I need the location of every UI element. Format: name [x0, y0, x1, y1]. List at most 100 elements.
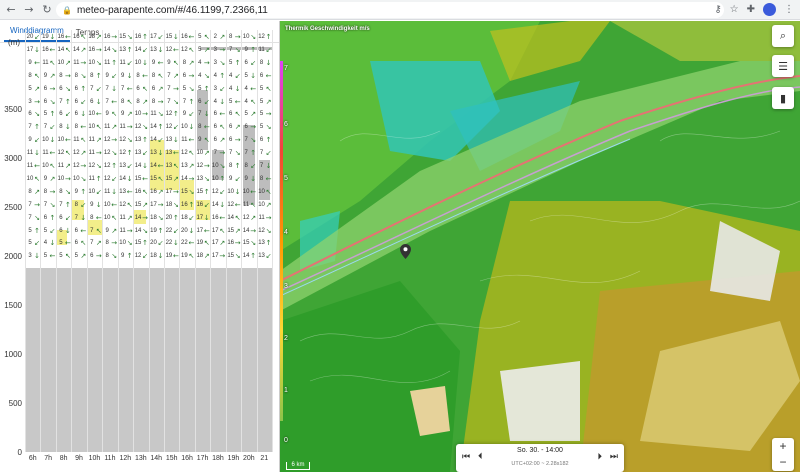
wind-speed-value: 7: [59, 98, 63, 105]
thermal-scale-number: 1: [284, 387, 288, 394]
wind-arrow-icon: ←: [49, 252, 56, 261]
terrain-map[interactable]: [280, 21, 800, 472]
wind-arrow-icon: ↑: [234, 162, 241, 170]
wind-speed-value: 10: [119, 240, 126, 247]
wind-speed-value: 12: [72, 163, 80, 169]
wind-arrow-icon: ↘: [34, 110, 40, 119]
wind-arrow-icon: ↙: [157, 33, 164, 41]
wind-arrow-icon: ↑: [157, 226, 164, 235]
wind-arrow-icon: ↖: [34, 71, 40, 80]
wind-speed-value: 9: [151, 59, 156, 66]
star-icon[interactable]: ☆: [730, 4, 739, 15]
back-icon[interactable]: ←: [4, 3, 18, 17]
wind-arrow-icon: ↑: [49, 213, 56, 222]
wind-arrow-icon: →: [234, 239, 241, 248]
zoom-control[interactable]: + −: [772, 438, 794, 471]
wind-speed-value: 9: [105, 72, 109, 79]
wind-arrow-icon: ←: [188, 33, 195, 41]
wind-arrow-icon: ↗: [173, 71, 179, 80]
wind-speed-value: 2: [213, 34, 217, 40]
wind-speed-value: 5: [198, 46, 202, 53]
wind-speed-value: 8: [136, 98, 140, 105]
wind-arrow-icon: ↘: [95, 162, 102, 170]
wind-arrow-icon: ↗: [95, 239, 102, 248]
wind-speed-value: 6: [229, 137, 233, 144]
wind-speed-value: 11: [119, 214, 126, 221]
wind-arrow-icon: ↖: [250, 97, 257, 106]
wind-arrow-icon: ↗: [142, 200, 148, 209]
bar-chart-icon[interactable]: ▮: [772, 87, 794, 109]
wind-speed-value: 6: [74, 98, 78, 105]
wind-arrow-icon: ↑: [34, 123, 40, 132]
wind-speed-value: 10: [57, 59, 65, 66]
wind-arrow-icon: ←: [126, 187, 133, 196]
wind-speed-value: 6: [213, 111, 217, 118]
wind-speed-value: 8: [229, 34, 233, 40]
wind-speed-value: 18: [88, 34, 96, 40]
browser-toolbar: ← → ↻ 🔒 meteo-parapente.com/#/46.1199,7.…: [0, 0, 800, 20]
key-icon[interactable]: ⚷: [714, 4, 721, 15]
wind-speed-value: 15: [134, 201, 142, 208]
wind-arrow-icon: ↙: [173, 226, 179, 235]
reload-icon[interactable]: ↻: [40, 3, 54, 17]
wind-arrow-icon: ↓: [126, 71, 133, 80]
wind-speed-value: 8: [90, 72, 94, 79]
wind-speed-value: 9: [244, 175, 248, 182]
wind-speed-value: 20: [150, 240, 157, 247]
menu-icon[interactable]: ⋮: [784, 4, 794, 15]
wind-speed-value: 8: [90, 214, 94, 221]
wind-arrow-icon: ↑: [219, 174, 226, 183]
wind-arrow-icon: ↑: [188, 97, 195, 106]
wind-arrow-icon: →: [126, 226, 133, 235]
wind-arrow-icon: ←: [265, 174, 272, 183]
thermal-scale-bar: [280, 61, 283, 421]
zoom-out-button[interactable]: −: [772, 454, 794, 470]
wind-arrow-icon: ↘: [111, 252, 118, 261]
wind-speed-value: 12: [258, 34, 265, 40]
sliders-icon[interactable]: ☰: [772, 55, 794, 77]
wind-speed-value: 5: [59, 240, 63, 247]
forward-icon[interactable]: →: [22, 3, 36, 17]
last-icon[interactable]: ⏭: [610, 452, 618, 462]
wind-arrow-icon: ↘: [188, 84, 195, 93]
wind-arrow-icon: ↓: [219, 97, 226, 106]
wind-speed-value: 9: [43, 72, 48, 79]
wind-arrow-icon: ↘: [34, 213, 40, 222]
wind-arrow-icon: ↗: [203, 252, 210, 261]
wind-speed-value: 5: [59, 253, 63, 260]
wind-speed-value: 15: [150, 175, 157, 182]
wind-speed-value: 17: [150, 201, 157, 208]
next-icon[interactable]: ⏵: [597, 452, 602, 462]
location-pin-icon[interactable]: [400, 244, 411, 259]
address-bar[interactable]: 🔒 meteo-parapente.com/#/46.1199,7.2366,1…: [56, 2, 724, 18]
wind-arrow-icon: ↖: [142, 84, 148, 93]
wind-arrow-icon: ↑: [126, 149, 133, 158]
wind-speed-value: 6: [182, 72, 187, 79]
wind-arrow-icon: ↓: [265, 58, 272, 67]
wind-speed-value: 9: [198, 137, 202, 144]
wind-speed-value: 6: [43, 98, 48, 105]
wind-arrow-icon: →: [157, 200, 164, 209]
zoom-in-button[interactable]: +: [772, 438, 794, 454]
wind-arrow-icon: ↖: [111, 213, 118, 222]
wind-arrow-icon: ↙: [34, 33, 40, 41]
wind-arrow-icon: ↑: [111, 58, 118, 67]
wind-arrow-icon: ↓: [188, 226, 195, 235]
wind-speed-value: 15: [196, 188, 204, 195]
profile-icon[interactable]: [763, 3, 776, 16]
wind-arrow-icon: ↖: [49, 58, 56, 67]
wind-speed-value: 10: [134, 111, 142, 118]
wind-speed-value: 5: [43, 111, 48, 118]
map-view[interactable]: Thermik Geschwindigkeit m/s 7 6 5 4 3 2 1 0 ⌕ ☰…: [280, 21, 800, 472]
wind-arrow-icon: ←: [265, 71, 272, 80]
wind-arrow-icon: ↗: [219, 239, 226, 248]
wind-speed-value: 17: [26, 46, 34, 53]
wind-arrow-icon: ←: [219, 213, 226, 222]
wind-arrow-icon: ↙: [142, 45, 148, 54]
extensions-icon[interactable]: ✚: [747, 4, 755, 15]
search-icon[interactable]: ⌕: [772, 25, 794, 47]
wind-speed-value: 22: [165, 240, 173, 247]
wind-arrow-icon: ↗: [142, 97, 148, 106]
wind-speed-value: 7: [259, 150, 264, 157]
wind-arrow-icon: ↘: [219, 58, 226, 67]
